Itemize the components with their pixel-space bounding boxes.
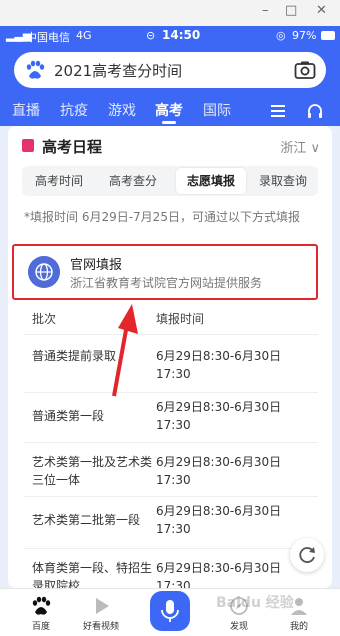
clock: 14:50	[162, 28, 201, 42]
refresh-button[interactable]	[290, 538, 324, 572]
network-label: 4G	[76, 29, 92, 42]
notice-text: *填报时间 6月29日-7月25日，可通过以下方式填报	[24, 210, 300, 224]
batch-name: 艺术类第一批及艺术类三位一体	[32, 455, 153, 487]
microphone-icon	[161, 600, 179, 622]
region-selector[interactable]: 浙江 ∨	[280, 137, 320, 156]
batch-name: 普通类第一段	[32, 409, 105, 423]
nav-video[interactable]: 好看视频	[74, 595, 128, 632]
column-header-batch: 批次	[32, 312, 57, 326]
search-input[interactable]	[54, 58, 284, 82]
window-bar: – □ ✕	[0, 0, 340, 26]
baidu-paw-icon	[26, 60, 45, 79]
status-bar: ▂▃▅ 中国电信 4G ⊝ 14:50 ◎ 97%	[0, 26, 340, 46]
schedule-card: 高考日程 浙江 ∨ 高考时间 高考查分 志愿填报 录取查询 *填报时间 6月29…	[8, 126, 332, 588]
carrier-label: 中国电信	[26, 31, 70, 44]
table-row: 艺术类第一批及艺术类三位一体 6月29日8:30-6月30日17:30	[24, 442, 318, 496]
channel-tab-active[interactable]: 高考	[155, 100, 183, 120]
voice-search-button[interactable]	[150, 591, 190, 631]
nav-mine-label: 我的	[289, 622, 308, 632]
battery-label: 97%	[292, 29, 317, 42]
batch-time: 6月29日8:30-6月30日17:30	[156, 455, 282, 487]
search-box[interactable]	[14, 52, 326, 88]
channel-bar: 直播 抗疫 游戏 高考 国际	[0, 98, 340, 126]
tab-admission[interactable]: 录取查询	[250, 166, 316, 196]
batch-time: 6月29日8:30-6月30日17:30	[156, 349, 282, 381]
channel-tab[interactable]: 国际	[203, 100, 231, 120]
alarm-icon: ◎	[276, 29, 286, 42]
watermark: Baidu 经验	[216, 595, 294, 611]
region-label: 浙江	[280, 141, 307, 156]
chevron-down-icon: ∨	[310, 141, 320, 156]
table-row: 艺术类第二批第一段 6月29日8:30-6月30日17:30	[24, 496, 318, 548]
baidu-paw-icon	[32, 596, 51, 615]
batch-time: 6月29日8:30-6月30日17:30	[156, 504, 282, 536]
schedule-tabs: 高考时间 高考查分 志愿填报 录取查询	[22, 166, 318, 196]
channel-tab[interactable]: 抗疫	[60, 100, 88, 120]
batch-time: 6月29日8:30-6月30日17:30	[156, 561, 282, 588]
tab-application[interactable]: 志愿填报	[176, 168, 246, 194]
highlight-box	[12, 244, 318, 300]
nav-home[interactable]: 百度	[14, 595, 68, 632]
camera-icon[interactable]	[294, 60, 316, 80]
channel-tab[interactable]: 游戏	[108, 100, 136, 120]
channel-tab[interactable]: 直播	[12, 100, 40, 120]
batch-name: 体育类第一段、特招生录取院校	[32, 561, 153, 588]
maximize-button[interactable]: □	[285, 3, 297, 18]
nav-discover-label: 发现	[229, 622, 248, 632]
menu-icon[interactable]	[270, 103, 286, 119]
table-row: 普通类第一段 6月29日8:30-6月30日17:30	[24, 392, 318, 442]
nav-video-label: 好看视频	[82, 622, 119, 632]
red-arrow-annotation	[112, 304, 138, 397]
headphones-icon[interactable]	[306, 102, 324, 120]
table-row: 体育类第一段、特招生录取院校 6月29日8:30-6月30日17:30	[24, 548, 318, 588]
battery-icon	[321, 31, 335, 40]
tab-score-check[interactable]: 高考查分	[100, 166, 166, 196]
search-area	[0, 46, 340, 98]
card-title: 高考日程	[42, 138, 103, 156]
batch-name: 艺术类第二批第一段	[32, 513, 141, 527]
table-row: 普通类提前录取 6月29日8:30-6月30日17:30	[24, 334, 318, 392]
close-button[interactable]: ✕	[316, 3, 327, 18]
nav-home-label: 百度	[31, 622, 50, 632]
calendar-icon	[22, 139, 34, 152]
play-icon	[96, 598, 109, 614]
link-icon: ⊝	[146, 29, 156, 42]
active-tab-indicator	[162, 121, 176, 124]
batch-time: 6月29日8:30-6月30日17:30	[156, 400, 282, 432]
card-header: 高考日程 浙江 ∨	[8, 126, 332, 164]
minimize-button[interactable]: –	[262, 3, 269, 18]
column-header-time: 填报时间	[156, 312, 205, 326]
tab-exam-time[interactable]: 高考时间	[26, 166, 92, 196]
